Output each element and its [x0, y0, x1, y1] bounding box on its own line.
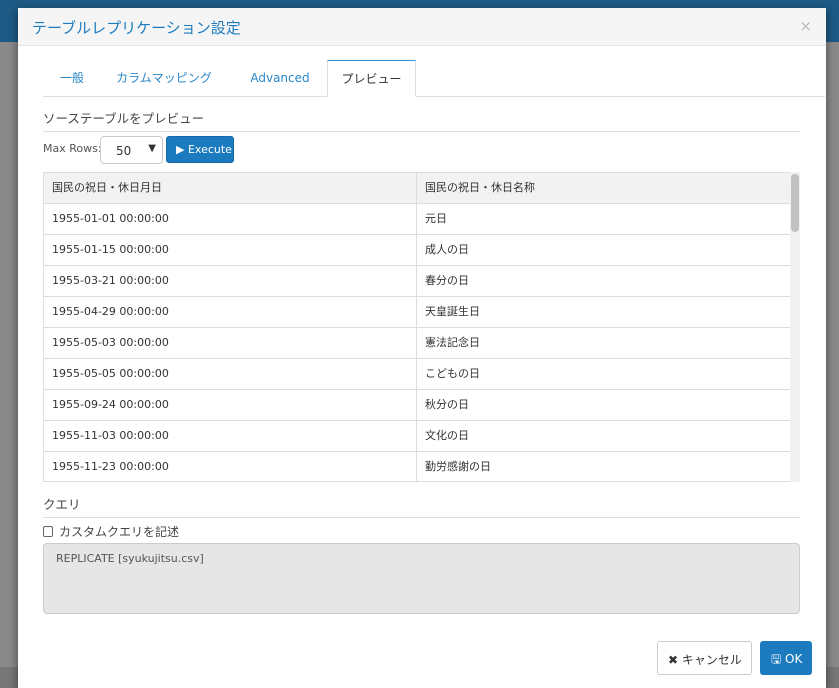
- max-rows-value: 50: [116, 144, 132, 158]
- tab-advanced[interactable]: Advanced: [239, 60, 321, 97]
- table-scrollbar[interactable]: [790, 172, 800, 482]
- custom-query-checkbox[interactable]: カスタムクエリを記述: [43, 523, 179, 540]
- preview-table: 国民の祝日・休日月日 国民の祝日・休日名称 1955-01-01 00:00:0…: [43, 172, 800, 482]
- table-row[interactable]: 1955-11-23 00:00:00 勤労感謝の日: [44, 452, 799, 481]
- table-cell: 勤労感謝の日: [425, 460, 491, 473]
- column-header: 国民の祝日・休日月日: [44, 173, 417, 203]
- query-textarea[interactable]: REPLICATE [syukujitsu.csv]: [43, 543, 800, 614]
- table-cell: 1955-05-05 00:00:00: [44, 359, 417, 389]
- chevron-down-icon: ▼: [148, 143, 156, 154]
- table-cell: 1955-11-03 00:00:00: [44, 421, 417, 451]
- tab-preview[interactable]: プレビュー: [327, 60, 416, 97]
- table-cell: こどもの日: [425, 367, 480, 380]
- tab-column-mapping[interactable]: カラムマッピング: [105, 60, 223, 97]
- tab-bar: 一般 カラムマッピング Advanced プレビュー: [43, 60, 825, 97]
- table-row[interactable]: 1955-01-15 00:00:00 成人の日: [44, 235, 799, 266]
- table-cell: 憲法記念日: [425, 336, 480, 349]
- custom-query-label: カスタムクエリを記述: [59, 525, 180, 539]
- table-row[interactable]: 1955-11-03 00:00:00 文化の日: [44, 421, 799, 452]
- table-row[interactable]: 1955-05-05 00:00:00 こどもの日: [44, 359, 799, 390]
- table-cell: 秋分の日: [425, 398, 469, 411]
- table-cell: 文化の日: [425, 429, 469, 442]
- table-cell: 元日: [425, 212, 447, 225]
- query-heading: クエリ: [43, 494, 800, 518]
- table-row[interactable]: 1955-04-29 00:00:00 天皇誕生日: [44, 297, 799, 328]
- scrollbar-thumb[interactable]: [791, 174, 799, 232]
- preview-heading: ソーステーブルをプレビュー: [43, 108, 800, 132]
- checkbox-icon[interactable]: [43, 526, 53, 537]
- dialog-title: テーブルレプリケーション設定: [32, 19, 241, 37]
- table-cell: 1955-04-29 00:00:00: [44, 297, 417, 327]
- max-rows-select[interactable]: 50 ▼: [100, 136, 163, 164]
- dialog-header: テーブルレプリケーション設定 ×: [18, 8, 826, 46]
- execute-button[interactable]: ▶ Execute: [166, 136, 234, 163]
- table-cell: 1955-01-01 00:00:00: [44, 204, 417, 234]
- table-cell: 春分の日: [425, 274, 469, 287]
- table-replication-dialog: テーブルレプリケーション設定 × 一般 カラムマッピング Advanced プレ…: [18, 8, 826, 688]
- tab-general[interactable]: 一般: [43, 60, 101, 97]
- close-icon[interactable]: ×: [799, 17, 812, 35]
- max-rows-label: Max Rows:: [43, 142, 102, 155]
- table-cell: 1955-05-03 00:00:00: [44, 328, 417, 358]
- table-header-row: 国民の祝日・休日月日 国民の祝日・休日名称: [44, 173, 799, 204]
- column-header: 国民の祝日・休日名称: [425, 181, 535, 194]
- ok-button[interactable]: 🖫 OK: [760, 641, 812, 675]
- table-cell: 1955-11-23 00:00:00: [44, 452, 417, 481]
- table-row[interactable]: 1955-05-03 00:00:00 憲法記念日: [44, 328, 799, 359]
- table-cell: 1955-01-15 00:00:00: [44, 235, 417, 265]
- table-cell: 成人の日: [425, 243, 469, 256]
- table-cell: 天皇誕生日: [425, 305, 480, 318]
- table-cell: 1955-03-21 00:00:00: [44, 266, 417, 296]
- table-row[interactable]: 1955-01-01 00:00:00 元日: [44, 204, 799, 235]
- cancel-button[interactable]: ✖ キャンセル: [657, 641, 752, 675]
- table-row[interactable]: 1955-09-24 00:00:00 秋分の日: [44, 390, 799, 421]
- table-cell: 1955-09-24 00:00:00: [44, 390, 417, 420]
- table-row[interactable]: 1955-03-21 00:00:00 春分の日: [44, 266, 799, 297]
